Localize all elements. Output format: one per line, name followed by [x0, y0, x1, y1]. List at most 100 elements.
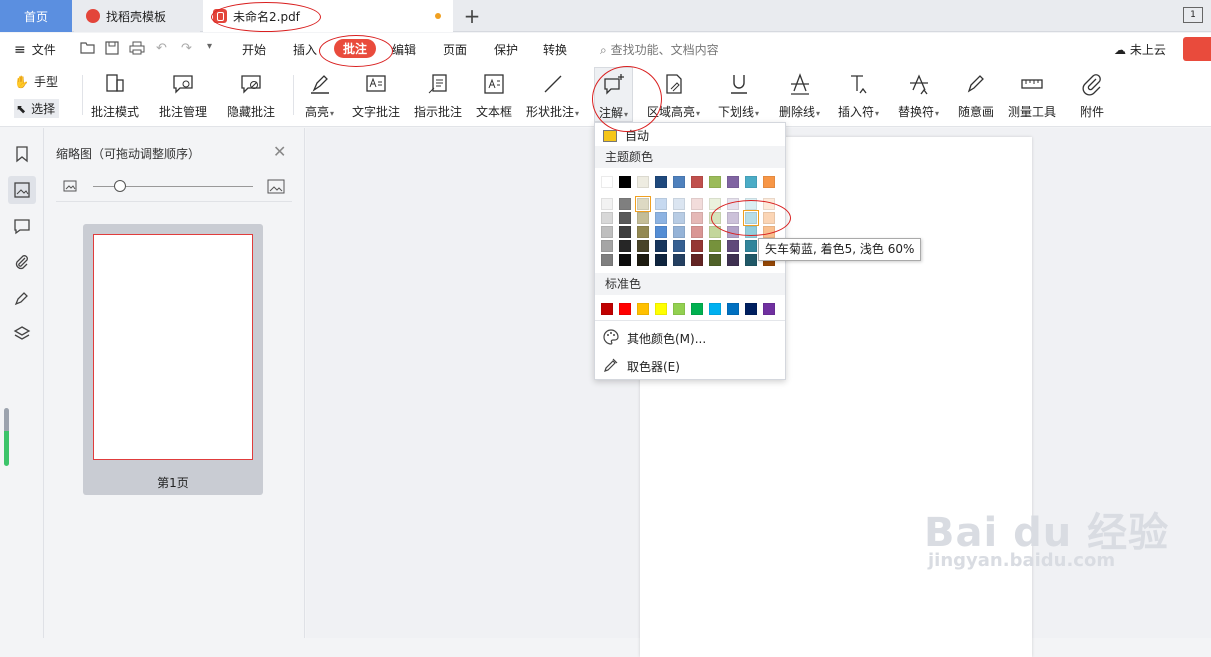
textbox-button[interactable]: 文本框 — [476, 71, 512, 120]
color-swatch[interactable] — [691, 240, 703, 252]
color-swatch[interactable] — [691, 176, 703, 188]
chevron-down-icon[interactable]: ▾ — [207, 41, 212, 52]
color-swatch[interactable] — [601, 212, 613, 224]
open-icon[interactable] — [80, 41, 95, 57]
color-swatch[interactable] — [673, 226, 685, 238]
color-swatch[interactable] — [637, 212, 649, 224]
menu-page[interactable]: 页面 — [443, 41, 467, 58]
color-swatch[interactable] — [637, 226, 649, 238]
underline-button[interactable]: 下划线▾ — [718, 71, 759, 120]
color-swatch[interactable] — [619, 198, 631, 210]
text-annotation-button[interactable]: 文字批注 — [352, 71, 400, 120]
hand-tool[interactable]: ✋ 手型 — [14, 73, 58, 90]
color-swatch[interactable] — [655, 303, 667, 315]
color-swatch[interactable] — [655, 176, 667, 188]
new-tab-button[interactable]: + — [460, 0, 484, 32]
menu-insert[interactable]: 插入 — [293, 41, 317, 58]
color-swatch[interactable] — [637, 240, 649, 252]
menu-convert[interactable]: 转换 — [543, 41, 567, 58]
layers-icon[interactable] — [8, 320, 36, 348]
color-swatch[interactable] — [619, 212, 631, 224]
attachment-panel-icon[interactable] — [8, 248, 36, 276]
annotate-manage-button[interactable]: 批注管理 — [159, 71, 207, 120]
color-swatch[interactable] — [601, 226, 613, 238]
replace-mark-button[interactable]: 替换符▾ — [898, 71, 939, 120]
slider-handle[interactable] — [114, 180, 126, 192]
color-swatch[interactable] — [655, 198, 667, 210]
color-swatch[interactable] — [745, 176, 757, 188]
strikethrough-button[interactable]: 删除线▾ — [779, 71, 820, 120]
color-swatch[interactable] — [673, 212, 685, 224]
color-swatch[interactable] — [745, 303, 757, 315]
print-icon[interactable] — [129, 41, 145, 58]
color-swatch[interactable] — [727, 240, 739, 252]
share-button[interactable] — [1183, 37, 1211, 61]
color-swatch[interactable] — [673, 198, 685, 210]
more-colors-option[interactable]: 其他颜色(M)... — [603, 329, 706, 348]
color-swatch[interactable] — [655, 226, 667, 238]
color-swatch[interactable] — [709, 176, 721, 188]
color-swatch[interactable] — [673, 176, 685, 188]
bookmark-icon[interactable] — [8, 140, 36, 168]
redo-icon[interactable]: ↷ — [181, 41, 192, 56]
tab-template[interactable]: 找稻壳模板 — [74, 0, 200, 32]
color-swatch[interactable] — [619, 303, 631, 315]
color-swatch[interactable] — [637, 176, 649, 188]
color-swatch[interactable] — [691, 198, 703, 210]
color-swatch[interactable] — [655, 240, 667, 252]
color-swatch[interactable] — [691, 212, 703, 224]
color-swatch[interactable] — [601, 176, 613, 188]
annotate-mode-button[interactable]: 批注模式 — [91, 71, 139, 120]
eyedropper-option[interactable]: 取色器(E) — [603, 357, 680, 376]
color-swatch[interactable] — [601, 240, 613, 252]
freehand-button[interactable]: 随意画 — [958, 71, 994, 120]
color-swatch[interactable] — [691, 303, 703, 315]
color-swatch[interactable] — [655, 254, 667, 266]
color-swatch[interactable] — [763, 176, 775, 188]
search-input[interactable]: ⌕ 查找功能、文档内容 — [600, 41, 719, 58]
insert-mark-button[interactable]: 插入符▾ — [838, 71, 879, 120]
color-swatch[interactable] — [601, 198, 613, 210]
color-swatch[interactable] — [601, 254, 613, 266]
select-tool[interactable]: ⬉ 选择 — [14, 99, 60, 118]
color-swatch[interactable] — [763, 303, 775, 315]
color-swatch[interactable] — [619, 240, 631, 252]
color-swatch[interactable] — [727, 303, 739, 315]
tab-home[interactable]: 首页 — [0, 0, 72, 32]
color-swatch[interactable] — [709, 240, 721, 252]
color-swatch[interactable] — [709, 254, 721, 266]
large-image-icon[interactable] — [267, 179, 285, 197]
color-swatch[interactable] — [727, 254, 739, 266]
color-swatch[interactable] — [691, 226, 703, 238]
file-menu[interactable]: ≡ 文件 — [14, 41, 56, 58]
color-swatch[interactable] — [745, 240, 757, 252]
highlight-button[interactable]: 高亮▾ — [305, 71, 334, 120]
color-swatch[interactable] — [635, 196, 651, 212]
close-icon[interactable]: ✕ — [273, 142, 286, 161]
color-swatch[interactable] — [619, 254, 631, 266]
menu-protect[interactable]: 保护 — [494, 41, 518, 58]
panel-scrollbar[interactable] — [4, 408, 9, 466]
color-swatch[interactable] — [673, 240, 685, 252]
color-swatch[interactable] — [691, 254, 703, 266]
color-swatch[interactable] — [655, 212, 667, 224]
shape-annotation-button[interactable]: 形状批注▾ — [526, 71, 579, 120]
color-swatch[interactable] — [709, 303, 721, 315]
menu-edit[interactable]: 编辑 — [392, 41, 416, 58]
save-icon[interactable] — [105, 41, 119, 58]
color-swatch[interactable] — [619, 176, 631, 188]
color-swatch[interactable] — [727, 176, 739, 188]
attachment-button[interactable]: 附件 — [1079, 71, 1105, 120]
color-swatch[interactable] — [673, 303, 685, 315]
hide-annotations-button[interactable]: 隐藏批注 — [227, 71, 275, 120]
thumbnail-icon[interactable] — [8, 176, 36, 204]
comment-icon[interactable] — [8, 212, 36, 240]
signature-icon[interactable] — [8, 284, 36, 312]
color-swatch[interactable] — [745, 254, 757, 266]
measure-tool-button[interactable]: 测量工具 — [1008, 71, 1056, 120]
undo-icon[interactable]: ↶ — [156, 41, 167, 56]
color-swatch[interactable] — [637, 254, 649, 266]
color-swatch[interactable] — [601, 303, 613, 315]
page-view-button[interactable]: 1 — [1183, 7, 1203, 23]
cloud-status[interactable]: ☁ 未上云 — [1114, 41, 1166, 58]
